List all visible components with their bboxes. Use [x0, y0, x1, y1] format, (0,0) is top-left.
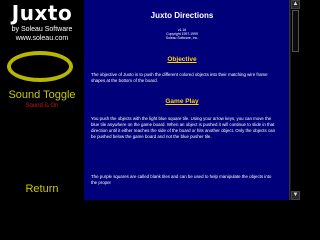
scroll-thumb[interactable] [292, 10, 299, 52]
gameplay-text: You push the objects with the light blue… [91, 116, 276, 139]
byline: by Soleau Software [11, 26, 73, 33]
directions-title: Juxto Directions [150, 11, 214, 20]
scroll-down-arrow-icon[interactable]: ▼ [291, 191, 300, 200]
gameplay-text-2: The purple squares are called blank tile… [91, 174, 272, 185]
company-text: Soleau Software, Inc. [165, 36, 199, 40]
objective-text: The objective of Juxto is to push the di… [91, 72, 268, 83]
sound-toggle-button[interactable]: Sound Toggle [0, 89, 84, 101]
app-logo: Juxto [11, 1, 73, 25]
vertical-scrollbar[interactable]: ▲ ▼ [289, 0, 300, 200]
left-panel: Juxto by Soleau Software www.soleau.com … [0, 0, 84, 200]
gameplay-heading: Game Play [165, 98, 199, 105]
return-button[interactable]: Return [0, 183, 84, 195]
sound-status: Sound is On [25, 103, 59, 109]
objective-heading: Objective [167, 56, 197, 63]
scroll-up-arrow-icon[interactable]: ▲ [291, 0, 300, 9]
ring-decoration [7, 51, 73, 82]
directions-document: Juxto Directions v1.16 Copyright 1997-19… [84, 0, 289, 200]
website-link[interactable]: www.soleau.com [0, 35, 84, 42]
